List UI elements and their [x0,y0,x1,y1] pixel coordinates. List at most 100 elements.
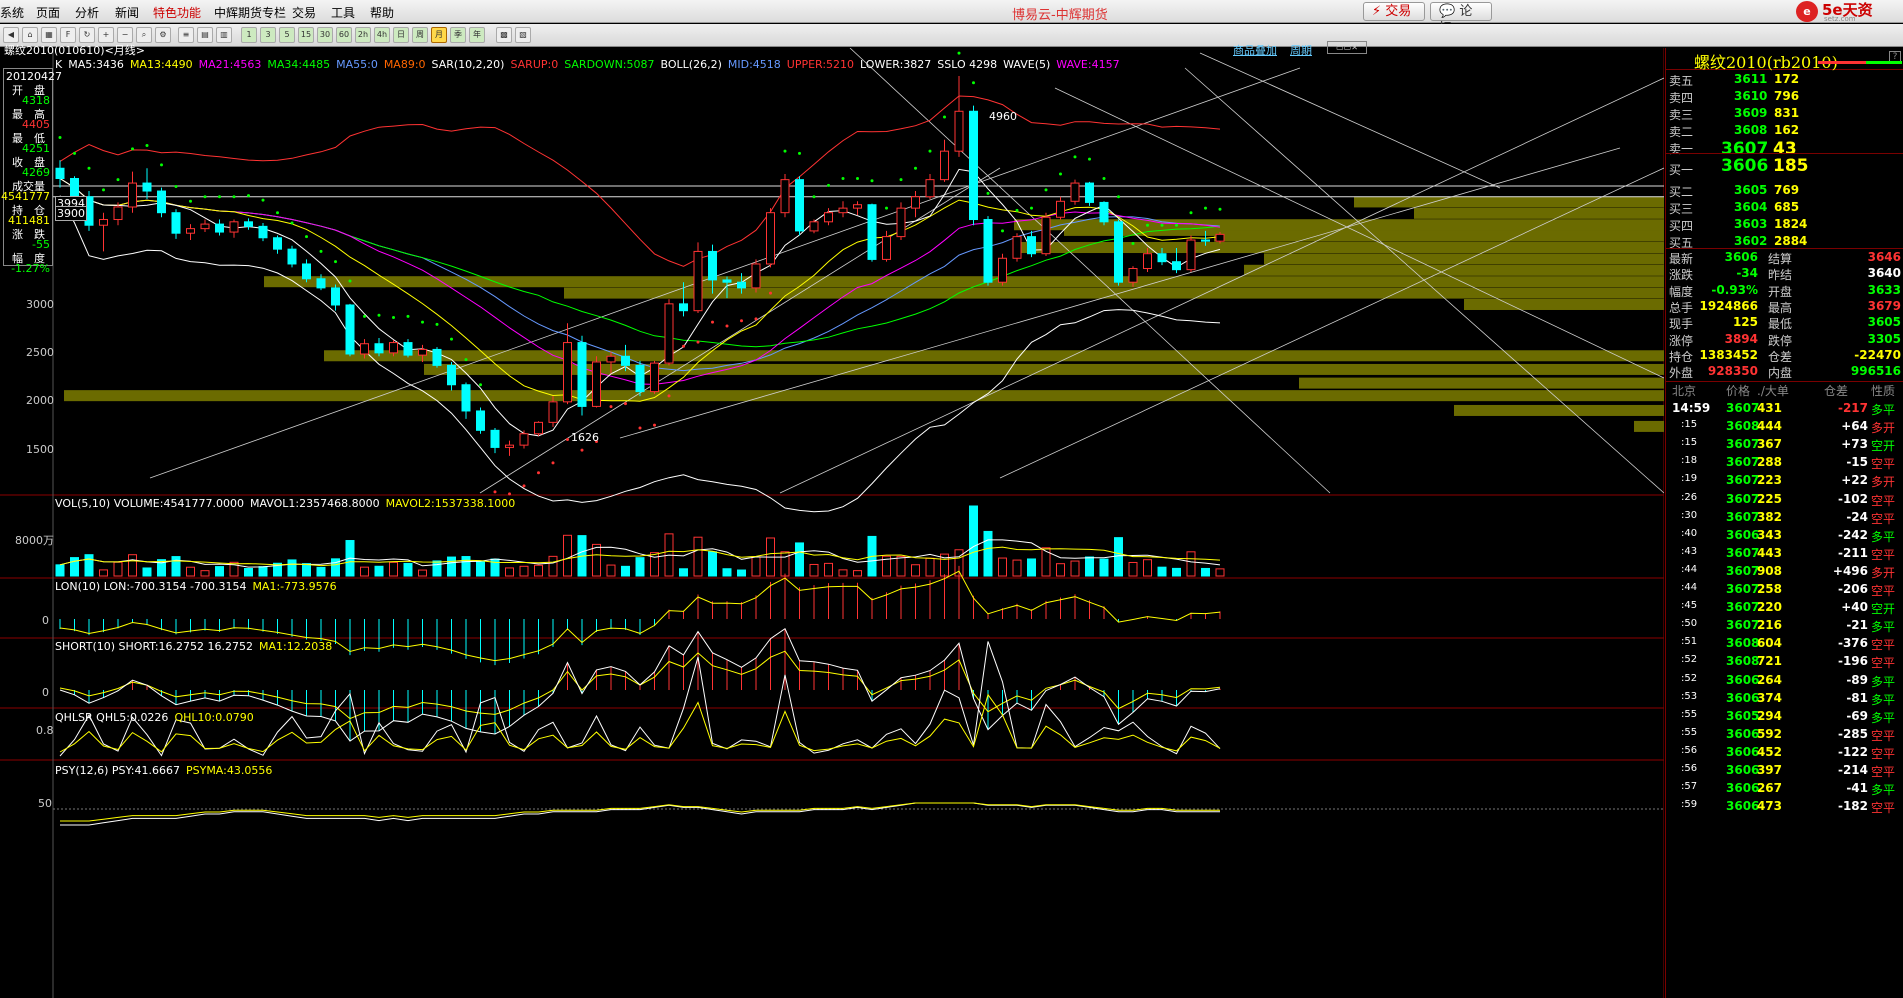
trade-button[interactable]: ⚡ 交易 [1363,2,1425,21]
candle-body [1215,233,1225,242]
layout-icon[interactable]: ▥ [216,27,232,43]
candle-body [838,207,848,214]
overlay-link[interactable]: 商品叠加 [1233,42,1277,58]
period-button-6[interactable]: 2h [355,27,371,43]
candle-body [55,167,65,180]
sar-dot [261,198,265,202]
volume-bar [1114,537,1123,577]
forum-button[interactable]: 💬 论坛 [1430,2,1492,36]
boll-mid-line [59,178,1221,372]
menu-help[interactable]: 帮助 [370,4,394,21]
settings-icon[interactable]: ⚙ [155,27,171,43]
volume-bar [447,556,456,577]
refresh-icon[interactable]: ↻ [79,27,95,43]
period-button-11[interactable]: 季 [450,27,466,43]
candle-body [635,364,645,393]
ask-volume: 796 [1774,89,1800,103]
menu-special[interactable]: 特色功能 [153,4,201,21]
orderbook-divider [1666,153,1903,154]
tick-header-nature: 性质 [1871,384,1896,398]
bid-volume: 185 [1773,156,1809,176]
tick-row: :52 3608 721 -196 空平 [1666,653,1903,671]
ask-price: 3610 [1734,89,1768,103]
chart-area[interactable]: 螺纹2010(010610)<月线> 商品叠加 周期 ▭▭✕ K MA5:3436… [0,41,1664,998]
period-button-5[interactable]: 60 [336,27,352,43]
sar-dot [1102,177,1106,181]
tick-time: :44 [1681,563,1698,575]
volume-bar [99,569,108,577]
volume-bar [911,564,920,577]
sar-dot [624,402,627,406]
volume-bar [838,569,848,577]
list-icon[interactable]: ≡ [178,27,194,43]
menu-analysis[interactable]: 分析 [75,4,99,21]
period-link[interactable]: 周期 [1290,42,1312,58]
tick-price: 3606 [1726,744,1760,759]
sar-dot [682,344,685,348]
window-controls-icon[interactable]: ▭▭✕ [1327,41,1367,54]
period-button-8[interactable]: 日 [393,27,409,43]
sar-dot [870,179,874,183]
calculator-icon[interactable]: ▩ [496,27,512,43]
menu-page[interactable]: 页面 [36,4,60,21]
tick-time: :52 [1681,654,1698,666]
zoom-in-icon[interactable]: + [98,27,114,43]
sar-dot [363,314,366,318]
maline-item: MA89:0 [383,58,426,71]
menu-news[interactable]: 新闻 [115,4,139,21]
stats-divider [1666,248,1903,249]
sar-dot [711,320,714,324]
volume-bar [737,569,746,577]
home-icon[interactable]: ⌂ [22,27,38,43]
futures-icon[interactable]: F [60,27,76,43]
ask-label: 卖五 [1669,74,1694,88]
period-button-4[interactable]: 30 [317,27,333,43]
kline-chart[interactable] [0,48,1664,998]
tick-row: :50 3607 216 -21 多平 [1666,617,1903,635]
period-button-9[interactable]: 周 [412,27,428,43]
search-icon[interactable]: ⌕ [136,27,152,43]
candle-body [1099,201,1109,223]
menu-trade[interactable]: 交易 [292,4,316,21]
tick-price: 3607 [1726,600,1760,615]
volume-profile-band [1264,253,1664,265]
period-button-12[interactable]: 年 [469,27,485,43]
menu-tools[interactable]: 工具 [331,4,355,21]
candle-body [1143,253,1152,270]
candle-body [229,221,239,233]
tick-oi-diff: -196 [1837,654,1868,669]
tick-nature: 多平 [1871,674,1896,689]
indicator-icon[interactable]: ▧ [515,27,531,43]
period-button-10[interactable]: 月 [431,27,447,43]
tick-nature: 空平 [1871,511,1896,526]
quote-icon[interactable]: ▦ [41,27,57,43]
tick-row: :56 3606 397 -214 空平 [1666,762,1903,780]
period-button-1[interactable]: 3 [260,27,276,43]
zoom-out-icon[interactable]: − [117,27,133,43]
brand-logo-mark: e [1796,1,1818,22]
volume-bar [693,536,703,577]
grid-icon[interactable]: ▤ [197,27,213,43]
candle-body [722,279,732,283]
period-button-2[interactable]: 5 [279,27,295,43]
menu-zhonghui-column[interactable]: 中辉期货专栏 [214,4,286,21]
bid-volume: 1824 [1774,217,1808,231]
volume-bar [1172,567,1181,577]
ma-legend: K MA5:3436 MA13:4490 MA21:4563 MA34:4485 MA55… [55,58,1126,71]
sar-dot [145,143,149,147]
stat-row: 外盘 928350 内盘 996516 [1666,364,1903,380]
volume-bar [1186,551,1196,577]
menu-system[interactable]: 系统 [0,4,24,21]
sar-dot [421,320,424,324]
low-mark: 1626 [571,431,599,444]
period-button-3[interactable]: 15 [298,27,314,43]
tick-nature: 空平 [1871,746,1896,761]
period-button-7[interactable]: 4h [374,27,390,43]
period-button-0[interactable]: 1 [241,27,257,43]
volume-bar [200,570,210,577]
volume-bar [548,555,558,577]
back-icon[interactable]: ◀ [3,27,19,43]
ma34-line [59,178,1221,348]
candle-body [621,355,630,366]
bid-price: 3602 [1734,234,1768,248]
